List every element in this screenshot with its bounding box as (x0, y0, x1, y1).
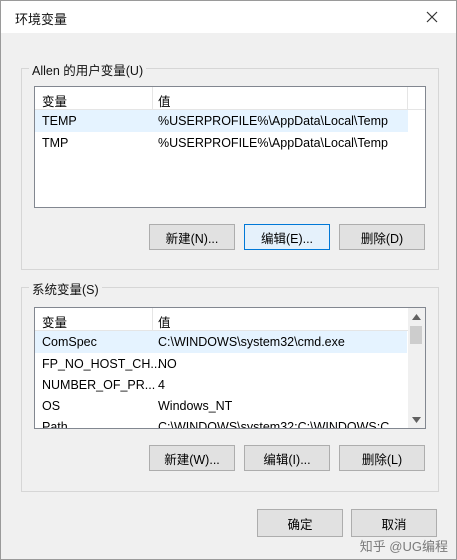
variable-value: %USERPROFILE%\AppData\Local\Temp (158, 136, 388, 150)
chevron-down-icon (412, 416, 421, 423)
variable-name: FP_NO_HOST_CH... (42, 357, 161, 371)
column-separator[interactable] (407, 87, 408, 109)
scroll-down-button[interactable] (408, 411, 425, 428)
column-separator[interactable] (152, 87, 153, 109)
user-list-header: 变量 值 (35, 87, 425, 110)
title-bar: 环境变量 (1, 1, 456, 33)
watermark: 知乎 @UG编程 (360, 536, 448, 555)
variable-value: 4 (158, 378, 165, 392)
scroll-thumb[interactable] (410, 326, 422, 344)
system-list-header: 变量 值 (35, 308, 425, 331)
variable-name: ComSpec (42, 335, 97, 349)
list-item[interactable]: TEMP %USERPROFILE%\AppData\Local\Temp (35, 110, 408, 132)
chevron-up-icon (412, 313, 421, 320)
variable-name: OS (42, 399, 61, 413)
close-button[interactable] (412, 3, 452, 31)
variable-value: C:\WINDOWS\system32\cmd.exe (158, 335, 345, 349)
system-edit-button[interactable]: 编辑(I)... (244, 445, 330, 471)
vertical-scrollbar[interactable] (408, 308, 425, 428)
system-new-button[interactable]: 新建(W)... (149, 445, 235, 471)
column-header-value[interactable]: 值 (158, 91, 171, 110)
ok-button[interactable]: 确定 (257, 509, 343, 537)
system-delete-button[interactable]: 删除(L) (339, 445, 425, 471)
list-item[interactable]: ComSpec C:\WINDOWS\system32\cmd.exe (35, 331, 407, 353)
cancel-button[interactable]: 取消 (351, 509, 437, 537)
variable-value: C:\WINDOWS\system32;C:\WINDOWS;C... (158, 420, 400, 429)
variable-name: Path (42, 420, 68, 429)
list-item[interactable]: OS Windows_NT (35, 395, 407, 417)
variable-name: TMP (42, 136, 69, 150)
variable-value: NO (158, 357, 177, 371)
environment-variables-dialog: 环境变量 Allen 的用户变量(U) 变量 值 TEMP %USERPROFI… (0, 0, 457, 560)
list-item[interactable]: FP_NO_HOST_CH... NO (35, 353, 407, 375)
user-variables-label: Allen 的用户变量(U) (29, 60, 147, 79)
system-variables-list[interactable]: 变量 值 ComSpec C:\WINDOWS\system32\cmd.exe… (34, 307, 426, 429)
column-header-variable[interactable]: 变量 (42, 312, 67, 331)
variable-value: Windows_NT (158, 399, 233, 413)
column-header-variable[interactable]: 变量 (42, 91, 67, 110)
system-variables-label: 系统变量(S) (29, 279, 102, 298)
dialog-title: 环境变量 (15, 12, 68, 27)
user-variables-list[interactable]: 变量 值 TEMP %USERPROFILE%\AppData\Local\Te… (34, 86, 426, 208)
list-item[interactable]: NUMBER_OF_PR... 4 (35, 374, 407, 396)
user-delete-button[interactable]: 删除(D) (339, 224, 425, 250)
list-item[interactable]: Path C:\WINDOWS\system32;C:\WINDOWS;C... (35, 416, 407, 429)
variable-name: NUMBER_OF_PR... (42, 378, 156, 392)
column-header-value[interactable]: 值 (158, 312, 171, 331)
user-edit-button[interactable]: 编辑(E)... (244, 224, 330, 250)
list-item[interactable]: TMP %USERPROFILE%\AppData\Local\Temp (35, 132, 408, 154)
user-new-button[interactable]: 新建(N)... (149, 224, 235, 250)
column-separator[interactable] (152, 308, 153, 330)
variable-name: TEMP (42, 114, 77, 128)
watermark-text: 知乎 @UG编程 (359, 539, 448, 554)
close-icon (426, 11, 438, 23)
scroll-up-button[interactable] (408, 308, 425, 325)
variable-value: %USERPROFILE%\AppData\Local\Temp (158, 114, 388, 128)
